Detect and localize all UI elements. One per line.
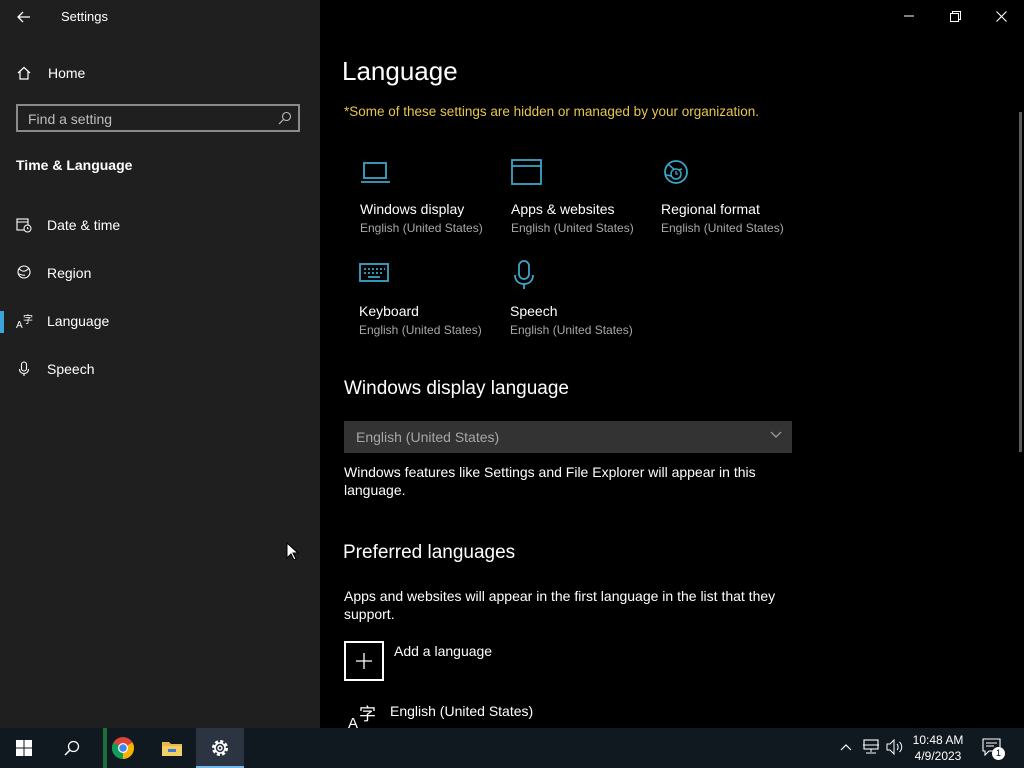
action-center-button[interactable]: 1 [982, 736, 1006, 760]
display-language-heading: Windows display language [344, 378, 569, 399]
tile-name: Keyboard [359, 303, 419, 319]
display-language-select[interactable]: English (United States) [344, 421, 792, 453]
svg-text:A: A [16, 320, 23, 329]
display-language-value: English (United States) [356, 429, 500, 445]
clock-date: 4/9/2023 [914, 749, 962, 763]
system-clock[interactable]: 10:48 AM 4/9/2023 [906, 732, 970, 764]
search-icon[interactable] [278, 111, 292, 125]
sidebar-item-label: Language [47, 313, 110, 329]
svg-text:字: 字 [359, 705, 376, 725]
chevron-down-icon [770, 431, 782, 438]
date-time-icon [16, 218, 32, 233]
tile-name: Apps & websites [511, 201, 615, 217]
add-language-button[interactable] [344, 641, 384, 681]
gear-icon [212, 740, 228, 756]
taskbar-search-button[interactable] [48, 728, 96, 768]
main-content: Language *Some of these settings are hid… [320, 0, 1024, 728]
taskbar: 10:48 AM 4/9/2023 1 [0, 728, 1024, 768]
chrome-icon [112, 737, 134, 759]
home-icon [17, 66, 31, 80]
sidebar-item-date-time[interactable]: Date & time [0, 205, 320, 245]
preferred-language-item[interactable]: English (United States) [390, 703, 533, 719]
close-button[interactable] [978, 0, 1024, 32]
sidebar-item-speech[interactable]: Speech [0, 349, 320, 389]
sidebar: Settings Home Find a setting Time & Lang… [0, 0, 320, 728]
window-title: Settings [61, 9, 108, 24]
back-button[interactable] [10, 4, 38, 30]
tile-value: English (United States) [359, 323, 482, 337]
sidebar-item-label: Speech [47, 361, 95, 377]
tile-keyboard[interactable]: Keyboard English (United States) [359, 260, 509, 350]
tile-name: Regional format [661, 201, 760, 217]
tile-apps-websites[interactable]: Apps & websites English (United States) [511, 158, 661, 248]
browser-window-icon [511, 159, 542, 185]
managed-by-org-notice: *Some of these settings are hidden or ma… [344, 104, 760, 119]
tile-windows-display[interactable]: Windows display English (United States) [360, 158, 510, 248]
sidebar-item-region[interactable]: Region [0, 253, 320, 293]
notification-count-badge: 1 [992, 747, 1005, 760]
tile-value: English (United States) [511, 221, 634, 235]
start-button[interactable] [0, 728, 48, 768]
display-language-description: Windows features like Settings and File … [344, 464, 756, 498]
tile-name: Speech [510, 303, 558, 319]
tile-name: Windows display [360, 201, 465, 217]
sidebar-item-home[interactable]: Home [0, 58, 320, 88]
language-icon: A 字 [16, 313, 33, 329]
tile-regional-format[interactable]: Regional format English (United States) [661, 158, 811, 248]
selected-indicator [0, 311, 4, 333]
taskbar-settings[interactable] [196, 728, 244, 768]
keyboard-icon [359, 263, 389, 282]
clock-time: 10:48 AM [912, 733, 964, 747]
taskbar-file-explorer[interactable] [148, 728, 196, 768]
taskbar-chrome[interactable] [99, 728, 147, 768]
minimize-icon [904, 15, 914, 17]
laptop-icon [361, 162, 390, 183]
folder-icon [162, 742, 182, 756]
preferred-languages-description: Apps and websites will appear in the fir… [344, 588, 776, 622]
mouse-cursor-icon [286, 542, 300, 561]
search-icon [64, 740, 80, 756]
scrollbar[interactable] [1019, 112, 1022, 452]
restore-icon [949, 10, 961, 22]
svg-text:A: A [348, 715, 358, 728]
language-icon: A 字 [348, 705, 376, 728]
tile-value: English (United States) [510, 323, 633, 337]
regional-format-icon [664, 160, 688, 184]
page-title: Language [342, 56, 458, 86]
sidebar-item-label: Date & time [47, 217, 121, 233]
tile-speech[interactable]: Speech English (United States) [510, 260, 660, 350]
search-placeholder: Find a setting [28, 111, 113, 127]
volume-icon[interactable] [886, 739, 904, 755]
back-arrow-icon [17, 11, 30, 23]
search-input[interactable]: Find a setting [16, 104, 300, 132]
close-icon [995, 10, 1007, 22]
region-globe-icon [17, 265, 31, 279]
add-language-label[interactable]: Add a language [394, 643, 492, 659]
microphone-icon [514, 260, 534, 289]
svg-text:字: 字 [23, 313, 33, 326]
chrome-running-indicator [103, 728, 107, 768]
tile-value: English (United States) [360, 221, 483, 235]
windows-start-icon [16, 740, 32, 756]
chevron-up-icon[interactable] [840, 742, 852, 752]
preferred-languages-heading: Preferred languages [343, 542, 516, 563]
sidebar-item-language[interactable]: A 字 Language [0, 301, 320, 341]
plus-icon [356, 653, 372, 669]
restore-button[interactable] [932, 0, 978, 32]
microphone-icon [18, 361, 30, 376]
section-title: Time & Language [16, 157, 133, 173]
network-icon[interactable] [862, 739, 880, 755]
tile-value: English (United States) [661, 221, 784, 235]
home-label: Home [48, 65, 86, 81]
minimize-button[interactable] [886, 0, 932, 32]
sidebar-item-label: Region [47, 265, 92, 281]
